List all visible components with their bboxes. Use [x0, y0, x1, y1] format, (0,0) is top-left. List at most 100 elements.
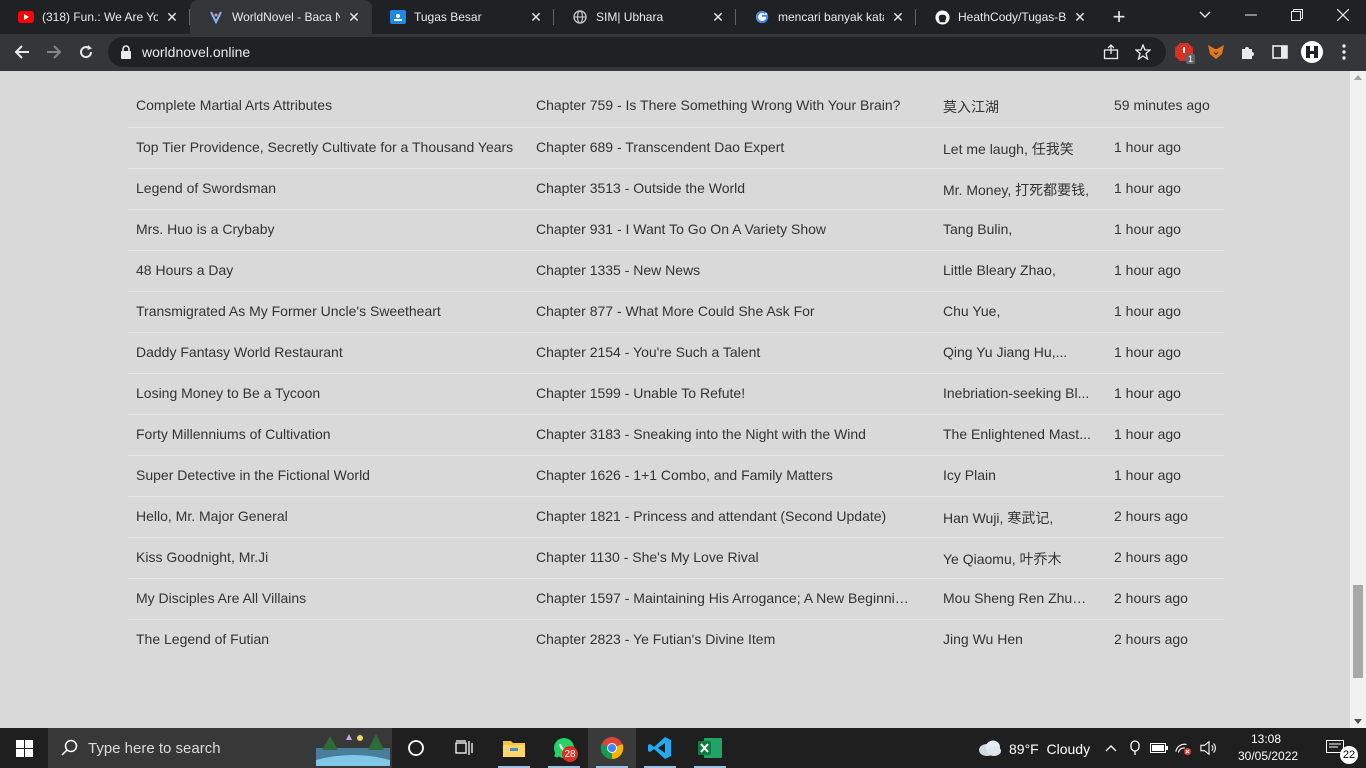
taskbar-chrome[interactable]	[588, 728, 636, 768]
tab-title: Tugas Besar	[414, 10, 482, 24]
chapter-link[interactable]: Chapter 2823 - Ye Futian's Divine Item	[536, 631, 910, 647]
notification-center-button[interactable]: 22	[1318, 728, 1366, 768]
author-name: The Enlightened Mast...	[943, 426, 1091, 442]
novel-title-link[interactable]: The Legend of Futian	[136, 631, 526, 647]
clock-time: 13:08	[1250, 732, 1282, 746]
chapter-link[interactable]: Chapter 1626 - 1+1 Combo, and Family Mat…	[536, 467, 910, 483]
bookmark-star-icon[interactable]	[1134, 43, 1152, 61]
page-scrollbar[interactable]	[1350, 71, 1366, 728]
chapter-link[interactable]: Chapter 877 - What More Could She Ask Fo…	[536, 303, 910, 319]
timeline-button[interactable]	[440, 728, 488, 768]
chapter-link[interactable]: Chapter 1599 - Unable To Refute!	[536, 385, 910, 401]
novel-title-link[interactable]: Kiss Goodnight, Mr.Ji	[136, 549, 526, 565]
whatsapp-unread-badge: 28	[562, 746, 578, 762]
close-tab-icon[interactable]: ✕	[528, 9, 544, 25]
wifi-disconnected-icon[interactable]	[1174, 739, 1192, 757]
chapter-link[interactable]: Chapter 759 - Is There Something Wrong W…	[536, 97, 910, 113]
tab-search-button[interactable]	[1182, 0, 1228, 30]
extensions-puzzle-icon[interactable]	[1238, 42, 1258, 62]
chapter-link[interactable]: Chapter 1597 - Maintaining His Arrogance…	[536, 590, 910, 606]
close-window-button[interactable]	[1320, 0, 1366, 30]
chrome-menu-icon[interactable]	[1334, 42, 1354, 62]
author-name: Jing Wu Hen	[943, 631, 1023, 647]
table-row: The Legend of Futian Chapter 2823 - Ye Fu…	[128, 619, 1224, 660]
search-highlight-illustration-icon	[316, 730, 390, 768]
taskbar-clock[interactable]: 13:08 30/05/2022	[1238, 731, 1298, 765]
chapter-link[interactable]: Chapter 1821 - Princess and attendant (S…	[536, 508, 910, 524]
chapter-link[interactable]: Chapter 689 - Transcendent Dao Expert	[536, 139, 910, 155]
show-hidden-icons-chevron-icon[interactable]	[1102, 739, 1120, 757]
close-tab-icon[interactable]: ✕	[346, 9, 362, 25]
chapter-link[interactable]: Chapter 1130 - She's My Love Rival	[536, 549, 910, 565]
chapter-link[interactable]: Chapter 2154 - You're Such a Talent	[536, 344, 910, 360]
minimize-button[interactable]	[1228, 0, 1274, 30]
vscode-icon	[648, 737, 671, 759]
novel-title-link[interactable]: Complete Martial Arts Attributes	[136, 97, 526, 113]
taskbar-excel[interactable]	[686, 728, 734, 768]
taskbar-whatsapp[interactable]: 28	[540, 728, 588, 768]
chapter-link[interactable]: Chapter 931 - I Want To Go On A Variety …	[536, 221, 910, 237]
profile-avatar[interactable]	[1300, 40, 1324, 64]
novel-title-link[interactable]: My Disciples Are All Villains	[136, 590, 526, 606]
adblock-extension-icon[interactable]: 1	[1174, 42, 1196, 64]
novel-title-link[interactable]: Mrs. Huo is a Crybaby	[136, 221, 526, 237]
notification-count-badge: 22	[1340, 746, 1358, 764]
scrollbar-thumb[interactable]	[1353, 585, 1363, 678]
close-tab-icon[interactable]: ✕	[164, 9, 180, 25]
share-icon[interactable]	[1102, 43, 1120, 61]
back-button[interactable]	[8, 38, 36, 66]
updated-time: 1 hour ago	[1114, 303, 1181, 319]
metamask-fox-icon[interactable]	[1206, 42, 1226, 62]
updated-time: 59 minutes ago	[1114, 97, 1210, 113]
restore-button[interactable]	[1274, 0, 1320, 30]
table-row: Transmigrated As My Former Uncle's Sweet…	[128, 291, 1224, 332]
table-row: 48 Hours a Day Chapter 1335 - New News Lit…	[128, 250, 1224, 291]
novel-title-link[interactable]: Daddy Fantasy World Restaurant	[136, 344, 526, 360]
chapter-link[interactable]: Chapter 1335 - New News	[536, 262, 910, 278]
new-tab-button[interactable]: +	[1106, 4, 1132, 30]
battery-icon[interactable]	[1150, 739, 1168, 757]
lock-icon[interactable]	[120, 45, 132, 59]
task-view-button[interactable]	[392, 728, 440, 768]
close-tab-icon[interactable]: ✕	[710, 9, 726, 25]
novel-title-link[interactable]: Super Detective in the Fictional World	[136, 467, 526, 483]
browser-toolbar: worldnovel.online 1	[0, 34, 1366, 71]
github-icon	[934, 9, 950, 25]
tab-tugas-besar[interactable]: Tugas Besar ✕	[372, 0, 554, 34]
scroll-up-arrow-icon[interactable]	[1354, 75, 1362, 80]
meet-now-icon[interactable]	[1126, 739, 1144, 757]
taskbar-file-explorer[interactable]	[490, 728, 538, 768]
chapter-link[interactable]: Chapter 3183 - Sneaking into the Night w…	[536, 426, 910, 442]
novel-title-link[interactable]: Top Tier Providence, Secretly Cultivate …	[136, 139, 526, 155]
tab-youtube[interactable]: (318) Fun.: We Are You ✕	[0, 0, 190, 34]
tab-sim-ubhara[interactable]: SIM| Ubhara ✕	[554, 0, 736, 34]
table-row: My Disciples Are All Villains Chapter 159…	[128, 578, 1224, 619]
taskbar-vscode[interactable]	[636, 728, 684, 768]
extension-badge: 1	[1186, 54, 1196, 64]
novel-title-link[interactable]: Transmigrated As My Former Uncle's Sweet…	[136, 303, 526, 319]
author-name: Inebriation-seeking Bl...	[943, 385, 1090, 401]
address-bar[interactable]: worldnovel.online	[108, 37, 1166, 67]
close-tab-icon[interactable]: ✕	[890, 9, 906, 25]
search-icon	[61, 739, 79, 762]
close-tab-icon[interactable]: ✕	[1072, 9, 1088, 25]
novel-title-link[interactable]: Legend of Swordsman	[136, 180, 526, 196]
updated-time: 1 hour ago	[1114, 467, 1181, 483]
chapter-link[interactable]: Chapter 3513 - Outside the World	[536, 180, 910, 196]
novel-title-link[interactable]: Losing Money to Be a Tycoon	[136, 385, 526, 401]
scroll-down-arrow-icon[interactable]	[1354, 719, 1362, 724]
tab-google-search[interactable]: mencari banyak kata y ✕	[736, 0, 916, 34]
novel-title-link[interactable]: 48 Hours a Day	[136, 262, 526, 278]
updated-time: 2 hours ago	[1114, 590, 1188, 606]
novel-title-link[interactable]: Forty Millenniums of Cultivation	[136, 426, 526, 442]
side-panel-icon[interactable]	[1270, 42, 1290, 62]
forward-button[interactable]	[40, 38, 68, 66]
tab-worldnovel[interactable]: WorldNovel - Baca No ✕	[190, 0, 372, 34]
novel-title-link[interactable]: Hello, Mr. Major General	[136, 508, 526, 524]
weather-widget[interactable]: 89°F Cloudy	[976, 728, 1094, 768]
reload-button[interactable]	[72, 38, 100, 66]
tab-github[interactable]: HeathCody/Tugas-Be ✕	[916, 0, 1098, 34]
volume-icon[interactable]	[1200, 739, 1218, 757]
taskbar-search-box[interactable]: Type here to search	[48, 728, 392, 768]
start-button[interactable]	[0, 728, 48, 768]
